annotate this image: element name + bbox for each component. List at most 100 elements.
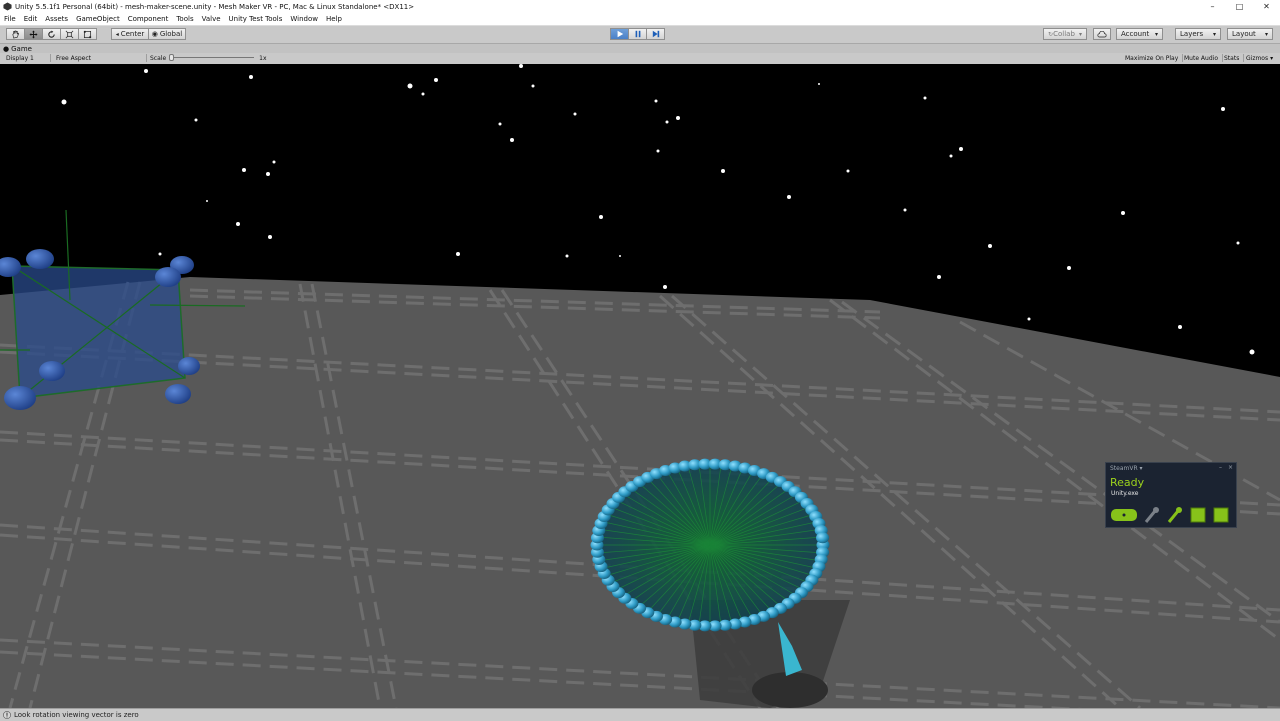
scale-tool-button[interactable]: [60, 28, 79, 40]
layers-group: Layers ▾: [1175, 28, 1221, 40]
rect-tool-button[interactable]: [78, 28, 97, 40]
global-space-toggle[interactable]: ◉ Global: [148, 28, 186, 40]
play-icon: [617, 30, 623, 38]
menu-gameobject[interactable]: GameObject: [72, 15, 124, 23]
menu-edit[interactable]: Edit: [20, 15, 42, 23]
pause-button[interactable]: [628, 28, 647, 40]
scene-render: [0, 64, 1280, 708]
menu-file[interactable]: File: [0, 15, 20, 23]
play-button[interactable]: [610, 28, 629, 40]
pivot-center-toggle[interactable]: ◂ Center: [111, 28, 149, 40]
chevron-down-icon: ▾: [1212, 30, 1216, 38]
game-tab-bar: ● Game: [0, 44, 1280, 53]
steamvr-app-name: Unity.exe: [1111, 490, 1139, 497]
stats-toggle[interactable]: Stats: [1224, 54, 1245, 62]
display-dropdown[interactable]: Display 1: [6, 54, 51, 62]
controller-icon: [1143, 506, 1161, 524]
minimize-button[interactable]: –: [1199, 0, 1226, 13]
transform-tools: [6, 28, 97, 40]
step-button[interactable]: [646, 28, 665, 40]
menu-valve[interactable]: Valve: [198, 15, 225, 23]
maximize-on-play-label: Maximize On Play: [1125, 54, 1179, 62]
status-message: Look rotation viewing vector is zero: [14, 711, 139, 719]
aspect-dropdown[interactable]: Free Aspect: [56, 54, 147, 62]
layout-dropdown[interactable]: Layout ▾: [1227, 28, 1273, 40]
menu-help[interactable]: Help: [322, 15, 346, 23]
menu-window[interactable]: Window: [286, 15, 322, 23]
menu-component[interactable]: Component: [124, 15, 173, 23]
hand-icon: [12, 30, 20, 38]
steamvr-panel: SteamVR ▾ – × Ready Unity.exe: [1105, 462, 1237, 528]
mute-audio-label: Mute Audio: [1184, 54, 1218, 62]
menu-unity-test-tools[interactable]: Unity Test Tools: [225, 15, 287, 23]
menu-tools[interactable]: Tools: [172, 15, 197, 23]
scale-value: 1x: [259, 54, 267, 62]
close-button[interactable]: ✕: [1253, 0, 1280, 13]
tab-game-label: Game: [11, 44, 32, 53]
display-label: Display 1: [6, 54, 34, 62]
base-station-icon: [1212, 506, 1230, 524]
scale-label: Scale: [150, 54, 167, 62]
maximize-button[interactable]: □: [1226, 0, 1253, 13]
globe-icon: ◉: [151, 30, 158, 38]
menu-assets[interactable]: Assets: [41, 15, 72, 23]
collab-group: ↻ Collab ▾: [1043, 28, 1087, 40]
warning-icon: [3, 711, 11, 719]
scale-slider-handle[interactable]: [169, 54, 175, 61]
vertex-sphere: [816, 532, 830, 544]
move-tool-button[interactable]: [24, 28, 43, 40]
headset-icon: [1110, 507, 1138, 523]
move-icon: [29, 29, 38, 39]
minimize-icon[interactable]: –: [1219, 464, 1222, 471]
tab-game[interactable]: ● Game: [3, 44, 32, 53]
pivot-icon: ◂: [115, 30, 119, 38]
stats-label: Stats: [1224, 54, 1240, 62]
game-viewport[interactable]: [0, 64, 1280, 708]
collab-dropdown[interactable]: ↻ Collab ▾: [1043, 28, 1087, 40]
steamvr-status: Ready: [1110, 476, 1145, 489]
toolbar: ◂ Center ◉ Global ↻ Collab ▾ Account ▾ L…: [0, 26, 1280, 44]
pivot-toggles: ◂ Center ◉ Global: [111, 28, 186, 40]
status-bar: Look rotation viewing vector is zero: [0, 708, 1280, 721]
chevron-down-icon: ▾: [1078, 30, 1082, 38]
step-icon: [652, 30, 659, 38]
maximize-on-play-toggle[interactable]: Maximize On Play: [1125, 54, 1184, 62]
cloud-services-button[interactable]: [1093, 28, 1111, 40]
mute-audio-toggle[interactable]: Mute Audio: [1184, 54, 1223, 62]
window-title-bar: Unity 5.5.1f1 Personal (64bit) - mesh-ma…: [0, 0, 1280, 13]
steamvr-device-row: [1110, 506, 1235, 524]
close-icon[interactable]: ×: [1228, 464, 1233, 471]
pause-icon: [635, 30, 640, 38]
layers-dropdown[interactable]: Layers ▾: [1175, 28, 1221, 40]
chevron-down-icon: ▾: [1154, 30, 1158, 38]
steamvr-window-buttons: – ×: [1219, 464, 1233, 471]
collab-label: Collab: [1053, 30, 1075, 38]
chevron-down-icon: ▾: [1270, 54, 1274, 62]
layout-label: Layout: [1232, 30, 1256, 38]
window-title: Unity 5.5.1f1 Personal (64bit) - mesh-ma…: [15, 2, 415, 11]
playmode-controls: [610, 28, 665, 40]
hand-tool-button[interactable]: [6, 28, 25, 40]
account-label: Account: [1121, 30, 1150, 38]
cloud-group: [1093, 28, 1111, 40]
account-dropdown[interactable]: Account ▾: [1116, 28, 1163, 40]
scale-slider[interactable]: [169, 54, 255, 62]
scale-control: Scale 1x: [150, 54, 270, 62]
account-group: Account ▾: [1116, 28, 1163, 40]
aspect-label: Free Aspect: [56, 54, 92, 62]
menu-bar: File Edit Assets GameObject Component To…: [0, 13, 1280, 26]
base-station-icon: [1189, 506, 1207, 524]
layers-label: Layers: [1180, 30, 1204, 38]
gizmos-dropdown[interactable]: Gizmos ▾: [1246, 54, 1273, 62]
unity-logo-icon: [3, 2, 12, 11]
space-label: Global: [159, 30, 183, 38]
rotate-tool-button[interactable]: [42, 28, 61, 40]
scale-icon: [65, 30, 74, 38]
gizmos-label: Gizmos: [1246, 54, 1269, 62]
controller-icon-active: [1166, 506, 1184, 524]
game-view-icon: ●: [3, 44, 10, 53]
rotate-icon: [48, 29, 55, 38]
rect-tool-icon: [83, 30, 92, 38]
steamvr-menu[interactable]: SteamVR ▾: [1110, 465, 1143, 472]
chevron-down-icon: ▾: [1264, 30, 1268, 38]
